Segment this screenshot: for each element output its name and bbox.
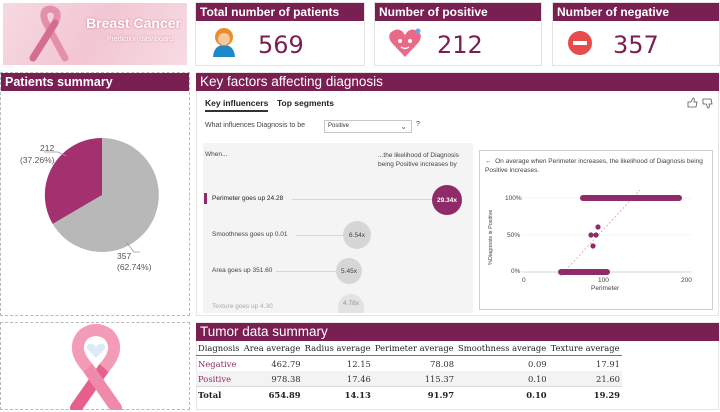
col-perimeter-average[interactable]: Perimeter average xyxy=(372,341,457,356)
influence-question: What influences Diagnosis to be xyxy=(205,122,305,129)
when-label: When... xyxy=(205,151,228,158)
pie-label-negative-count: 357 xyxy=(117,251,132,261)
kpi-total-label: Total number of patients xyxy=(196,3,364,21)
influencer-bubble-1[interactable]: 29.34x xyxy=(432,185,462,215)
influencer-line-3 xyxy=(276,271,336,272)
table-cell: 14.13 xyxy=(302,386,373,402)
minus-icon xyxy=(568,31,592,55)
detail-ylabel: %Diagnosis is Positive xyxy=(488,209,494,265)
kpi-positive-card: Number of positive 212 xyxy=(375,3,541,65)
influencer-line-1 xyxy=(292,199,442,200)
table-cell: Negative xyxy=(198,358,237,369)
table-cell: 91.97 xyxy=(372,386,457,402)
table-cell: Positive xyxy=(198,373,232,384)
detail-xtick-100: 100 xyxy=(598,277,609,284)
diagnosis-select-value: Positive xyxy=(328,123,350,129)
influencer-label-1[interactable]: Perimeter goes up 24.28 xyxy=(212,195,283,202)
influencer-bubble-3[interactable]: 5.45x xyxy=(336,258,362,284)
detail-xlabel: Perimeter xyxy=(591,285,620,292)
kpi-positive-label: Number of positive xyxy=(375,3,541,21)
kpi-positive-value: 212 xyxy=(437,31,483,59)
back-arrow-icon[interactable]: ← xyxy=(485,158,495,165)
patients-summary-title: Patients summary xyxy=(1,73,189,91)
tumor-summary-table: Diagnosis Area average Radius average Pe… xyxy=(196,341,622,402)
table-cell: 17.91 xyxy=(596,358,620,369)
detail-xtick-0: 0 xyxy=(522,277,526,284)
ribbon-heart-icon xyxy=(70,324,122,410)
table-cell: 978.38 xyxy=(271,373,301,384)
table-header-row: Diagnosis Area average Radius average Pe… xyxy=(196,341,622,356)
table-cell: 21.60 xyxy=(596,373,620,384)
table-cell: 19.29 xyxy=(548,386,622,402)
detail-description: On average when Perimeter increases, the… xyxy=(485,158,703,174)
influencer-label-4[interactable]: Texture goes up 4.30 xyxy=(212,303,273,310)
thumbs-down-icon xyxy=(702,98,713,109)
col-texture-average[interactable]: Texture average xyxy=(548,341,622,356)
chevron-down-icon: ⌄ xyxy=(400,122,407,131)
kpi-total-card: Total number of patients 569 xyxy=(196,3,364,65)
detail-ytick-100: 100% xyxy=(505,195,522,202)
tumor-summary-title: Tumor data summary xyxy=(196,323,719,341)
heart-icon xyxy=(389,28,421,57)
kpi-negative-label: Number of negative xyxy=(553,3,719,21)
feedback-icons[interactable] xyxy=(686,97,716,109)
table-row: Negative 462.79 12.15 78.08 0.09 17.91 xyxy=(196,356,622,372)
influencer-bubble-2[interactable]: 6.54x xyxy=(343,221,371,249)
col-diagnosis[interactable]: Diagnosis xyxy=(196,341,242,356)
dashboard-logo: Breast Cancer Prediction dashboard xyxy=(3,3,187,65)
table-row: Positive 978.38 17.46 115.37 0.10 21.60 xyxy=(196,371,622,387)
logo-subtitle: Prediction dashboard xyxy=(106,36,173,43)
tab-key-influencers[interactable]: Key influencers xyxy=(205,98,269,112)
pie-label-positive-pct: (37.26%) xyxy=(20,155,55,165)
influencer-label-2[interactable]: Smoothness goes up 0.01 xyxy=(212,231,288,238)
kpi-negative-card: Number of negative 357 xyxy=(553,3,719,65)
table-cell: 0.10 xyxy=(456,386,549,402)
table-cell: Total xyxy=(196,386,242,402)
detail-xtick-200: 200 xyxy=(681,277,692,284)
thumbs-up-icon xyxy=(687,97,698,108)
likelihood-label: ...the likelihood of Diagnosis being Pos… xyxy=(378,152,459,168)
detail-ytick-0: 0% xyxy=(511,268,521,275)
col-radius-average[interactable]: Radius average xyxy=(302,341,373,356)
patients-pie-chart[interactable] xyxy=(0,92,190,314)
pie-label-positive-count: 212 xyxy=(40,143,55,153)
kpi-total-value: 569 xyxy=(258,31,304,59)
patient-icon xyxy=(213,28,235,57)
table-cell: 12.15 xyxy=(346,358,371,369)
table-cell: 0.10 xyxy=(527,373,547,384)
table-cell: 78.08 xyxy=(430,358,455,369)
influencer-label-3[interactable]: Area goes up 351.60 xyxy=(212,267,272,274)
table-cell: 115.37 xyxy=(424,373,455,384)
table-total-row: Total 654.89 14.13 91.97 0.10 19.29 xyxy=(196,386,622,402)
diagnosis-select[interactable]: Positive ⌄ xyxy=(324,120,412,133)
detail-ytick-50: 50% xyxy=(507,232,521,239)
detail-scatter-plot[interactable] xyxy=(522,190,702,276)
detail-text: ← On average when Perimeter increases, t… xyxy=(485,157,710,175)
table-cell: 0.09 xyxy=(527,358,547,369)
selected-influencer-marker xyxy=(204,193,207,204)
table-cell: 654.89 xyxy=(241,386,303,402)
key-factors-title: Key factors affecting diagnosis xyxy=(196,73,719,91)
table-cell: 462.79 xyxy=(271,358,301,369)
influencer-line-2 xyxy=(296,235,346,236)
ribbon-logo-icon xyxy=(29,5,69,62)
col-area-average[interactable]: Area average xyxy=(241,341,303,356)
kpi-negative-value: 357 xyxy=(613,31,659,59)
influencer-bubble-4[interactable]: 4.78x xyxy=(338,294,364,313)
col-smoothness-average[interactable]: Smoothness average xyxy=(456,341,549,356)
pie-label-negative-pct: (62.74%) xyxy=(117,262,152,272)
logo-title: Breast Cancer xyxy=(86,15,181,31)
help-icon[interactable]: ? xyxy=(416,121,420,128)
tab-top-segments[interactable]: Top segments xyxy=(277,98,334,108)
table-cell: 17.46 xyxy=(346,373,371,384)
